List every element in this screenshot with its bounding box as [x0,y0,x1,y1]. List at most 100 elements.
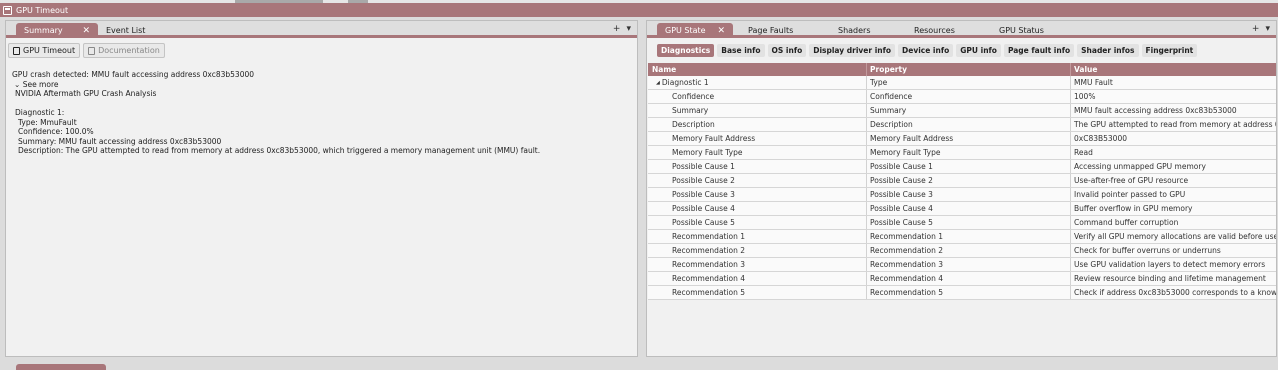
description-line: Description: The GPU attempted to read f… [18,146,541,155]
table-row[interactable]: Possible Cause 4 Possible Cause 4 Buffer o… [648,202,1276,216]
cell-value: 100% [1074,92,1096,101]
cell-name: Possible Cause 5 [648,216,867,229]
column-header-name[interactable]: Name [648,63,867,76]
table-row[interactable]: Possible Cause 1 Possible Cause 1 Accessin… [648,160,1276,174]
filter-diagnostics[interactable]: Diagnostics [657,44,715,57]
cell-name: Possible Cause 4 [648,202,867,215]
table-row[interactable]: Recommendation 5 Recommendation 5 Check if… [648,286,1276,300]
table-row[interactable]: Recommendation 4 Recommendation 4 Review r… [648,272,1276,286]
tab-event-list[interactable]: Event List [106,23,145,38]
table-row[interactable]: Recommendation 1 Recommendation 1 Verify a… [648,230,1276,244]
cell-name: Confidence [648,90,867,103]
tab-gpu-state[interactable]: GPU State ✕ [657,23,733,38]
right-tab-tools: + ▾ [1252,24,1270,34]
left-tabbar: Summary ✕ Event List + ▾ [6,21,637,38]
cell-name-text: Possible Cause 1 [672,162,735,171]
tab-summary[interactable]: Summary ✕ [16,23,98,38]
table-row[interactable]: ◢ Diagnostic 1 Type MMU Fault [648,76,1276,90]
cell-name-text: Possible Cause 2 [672,176,735,185]
crash-line: GPU crash detected: MMU fault accessing … [12,70,255,79]
cell-name: Summary [648,104,867,117]
cell-property: Description [867,118,1071,131]
see-more-toggle[interactable]: ⌄ See more [12,80,540,90]
table-row[interactable]: Possible Cause 2 Possible Cause 2 Use-afte… [648,174,1276,188]
filter-base-info[interactable]: Base info [717,44,765,57]
cell-name: Description [648,118,867,131]
cell-value: Command buffer corruption [1074,218,1179,227]
tab-resources[interactable]: Resources [914,23,955,38]
confidence-line: Confidence: 100.0% [18,127,94,136]
cell-name-text: Summary [672,106,709,115]
cell-value: MMU Fault [1074,78,1113,87]
type-line: Type: MmuFault [18,117,77,127]
cell-value: Accessing unmapped GPU memory [1074,162,1206,171]
cell-value: MMU fault accessing address 0xc83b53000 [1074,106,1237,115]
tab-label: Shaders [838,26,871,35]
cell-name-text: Possible Cause 5 [672,218,735,227]
plus-icon[interactable]: + [1252,24,1260,34]
table-row[interactable]: Memory Fault Address Memory Fault Address… [648,132,1276,146]
cell-value: Review resource binding and lifetime man… [1074,274,1266,283]
right-tabbar: GPU State ✕ Page Faults Shaders Resource… [647,21,1276,38]
table-row[interactable]: Description Description The GPU attempted … [648,118,1276,132]
cell-property: Memory Fault Address [867,132,1071,145]
filter-device-info[interactable]: Device info [898,44,954,57]
table-row[interactable]: Possible Cause 5 Possible Cause 5 Command … [648,216,1276,230]
see-more-label: See more [22,79,59,89]
filter-fingerprint[interactable]: Fingerprint [1141,44,1198,57]
window-titlebar: GPU Timeout [0,3,1278,17]
plus-icon[interactable]: + [613,24,621,34]
close-icon[interactable]: ✕ [717,26,725,36]
cell-name-text: Memory Fault Type [672,148,743,157]
cell-property: Summary [867,104,1071,117]
cell-name: ◢ Diagnostic 1 [648,76,867,89]
summary-line: Summary: MMU fault accessing address 0xc… [18,136,222,146]
expand-triangle-icon[interactable]: ◢ [656,80,660,86]
diagnostics-table: Name Property Value ◢ Diagnostic 1 Type MM… [648,63,1276,300]
table-row[interactable]: Confidence Confidence 100% [648,90,1276,104]
table-row[interactable]: Memory Fault Type Memory Fault Type Read [648,146,1276,160]
cell-name-text: Recommendation 5 [672,288,746,297]
documentation-button[interactable]: Documentation [83,43,165,58]
diagnostic-header: Diagnostic 1: [15,108,65,117]
dropdown-menu-icon[interactable]: ▾ [626,24,631,34]
bottom-tab-handle[interactable] [16,364,106,370]
analysis-title: NVIDIA Aftermath GPU Crash Analysis [15,89,157,98]
filter-page-fault-info[interactable]: Page fault info [1003,44,1075,57]
close-icon[interactable]: ✕ [82,26,90,36]
table-row[interactable]: Summary Summary MMU fault accessing addres… [648,104,1276,118]
cell-name: Recommendation 2 [648,244,867,257]
column-header-property[interactable]: Property [867,63,1071,76]
cell-name: Recommendation 1 [648,230,867,243]
tab-gpu-status[interactable]: GPU Status [999,23,1044,38]
table-row[interactable]: Possible Cause 3 Possible Cause 3 Invalid … [648,188,1276,202]
gpu-timeout-button[interactable]: GPU Timeout [8,43,81,58]
cell-property: Possible Cause 2 [867,174,1071,187]
dropdown-menu-icon[interactable]: ▾ [1265,24,1270,34]
cell-property: Confidence [867,90,1071,103]
filter-gpu-info[interactable]: GPU info [956,44,1001,57]
filter-display-driver-info[interactable]: Display driver info [809,44,896,57]
cell-value: Check if address 0xc83b53000 corresponds… [1074,288,1276,297]
column-header-value[interactable]: Value [1071,63,1276,76]
left-tab-tools: + ▾ [613,24,631,34]
tab-label: Summary [24,26,63,35]
filter-shader-infos[interactable]: Shader infos [1077,44,1139,57]
cell-name-text: Possible Cause 3 [672,190,735,199]
table-row[interactable]: Recommendation 2 Recommendation 2 Check fo… [648,244,1276,258]
cell-value: Check for buffer overruns or underruns [1074,246,1221,255]
cell-name-text: Recommendation 4 [672,274,746,283]
cell-property: Possible Cause 4 [867,202,1071,215]
cell-name-text: Recommendation 2 [672,246,746,255]
cell-property: Possible Cause 3 [867,188,1071,201]
cell-property: Type [867,76,1071,89]
cell-value: Use GPU validation layers to detect memo… [1074,260,1266,269]
cell-property: Memory Fault Type [867,146,1071,159]
cell-name-text: Description [672,120,715,129]
filter-os-info[interactable]: OS info [767,44,807,57]
tab-page-faults[interactable]: Page Faults [748,23,793,38]
tab-shaders[interactable]: Shaders [838,23,871,38]
cell-name: Memory Fault Type [648,146,867,159]
cell-property: Recommendation 5 [867,286,1071,299]
table-row[interactable]: Recommendation 3 Recommendation 3 Use GPU … [648,258,1276,272]
